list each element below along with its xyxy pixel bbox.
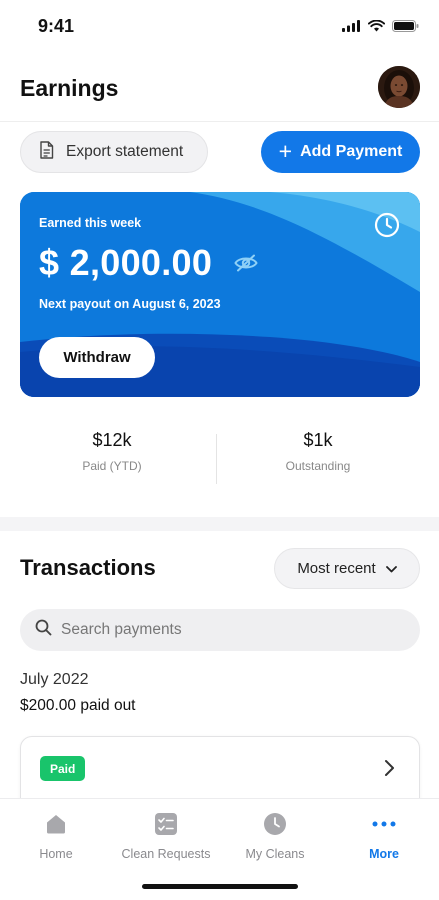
stat-value: $1k xyxy=(303,430,333,450)
stat-paid-ytd: $12k Paid (YTD) xyxy=(12,430,212,473)
export-statement-label: Export statement xyxy=(66,143,184,160)
tab-label: Home xyxy=(39,847,73,861)
chevron-down-icon xyxy=(385,560,397,577)
checklist-icon xyxy=(111,811,221,837)
section-divider xyxy=(0,517,439,531)
transactions-title: Transactions xyxy=(20,555,156,580)
earned-label: Earned this week xyxy=(39,216,142,230)
wifi-icon xyxy=(367,19,386,37)
status-bar: 9:41 xyxy=(0,0,439,56)
search-input[interactable] xyxy=(61,621,381,639)
signal-icon xyxy=(342,19,361,37)
export-statement-button[interactable]: Export statement xyxy=(20,131,208,173)
status-icons xyxy=(342,19,419,37)
stat-outstanding: $1k Outstanding xyxy=(218,430,418,473)
earnings-stats: $12k Paid (YTD) $1k Outstanding xyxy=(0,430,439,490)
clock-icon[interactable] xyxy=(374,212,400,243)
eye-off-icon[interactable] xyxy=(234,254,258,277)
withdraw-button[interactable]: Withdraw xyxy=(39,337,155,378)
add-payment-button[interactable]: + Add Payment xyxy=(261,131,420,173)
tab-label: My Cleans xyxy=(245,847,305,861)
tab-my-cleans[interactable]: My Cleans xyxy=(220,811,330,861)
plus-icon: + xyxy=(278,137,293,164)
status-time: 9:41 xyxy=(38,16,75,36)
stat-value: $12k xyxy=(92,430,132,450)
clock-icon xyxy=(220,811,330,837)
document-icon xyxy=(39,140,54,164)
add-payment-label: Add Payment xyxy=(300,143,403,160)
search-icon xyxy=(35,619,52,641)
tab-label: More xyxy=(369,847,399,861)
tab-clean-requests[interactable]: Clean Requests xyxy=(111,811,221,861)
earned-amount: $ 2,000.00 xyxy=(39,242,213,283)
tab-home[interactable]: Home xyxy=(1,811,111,861)
more-dots-icon xyxy=(329,811,439,837)
tab-label: Clean Requests xyxy=(121,847,211,861)
stat-label: Outstanding xyxy=(285,459,351,473)
header: Earnings xyxy=(0,60,439,122)
stat-divider xyxy=(216,434,217,484)
avatar[interactable] xyxy=(378,66,420,108)
sort-dropdown[interactable]: Most recent xyxy=(274,548,420,589)
home-indicator xyxy=(142,884,298,889)
battery-icon xyxy=(392,19,419,37)
tab-more[interactable]: More xyxy=(329,811,439,861)
stat-label: Paid (YTD) xyxy=(82,459,142,473)
status-badge: Paid xyxy=(40,756,86,781)
page-title: Earnings xyxy=(20,75,119,101)
chevron-right-icon xyxy=(384,759,395,782)
search-bar xyxy=(20,609,420,651)
earnings-card: Earned this week $ 2,000.00 Next payout … xyxy=(20,192,420,397)
month-label: July 2022 xyxy=(20,671,89,688)
month-total: $200.00 paid out xyxy=(20,697,136,714)
next-payout-text: Next payout on August 6, 2023 xyxy=(39,297,221,311)
sort-selected-value: Most recent xyxy=(297,560,376,577)
home-icon xyxy=(1,811,111,837)
